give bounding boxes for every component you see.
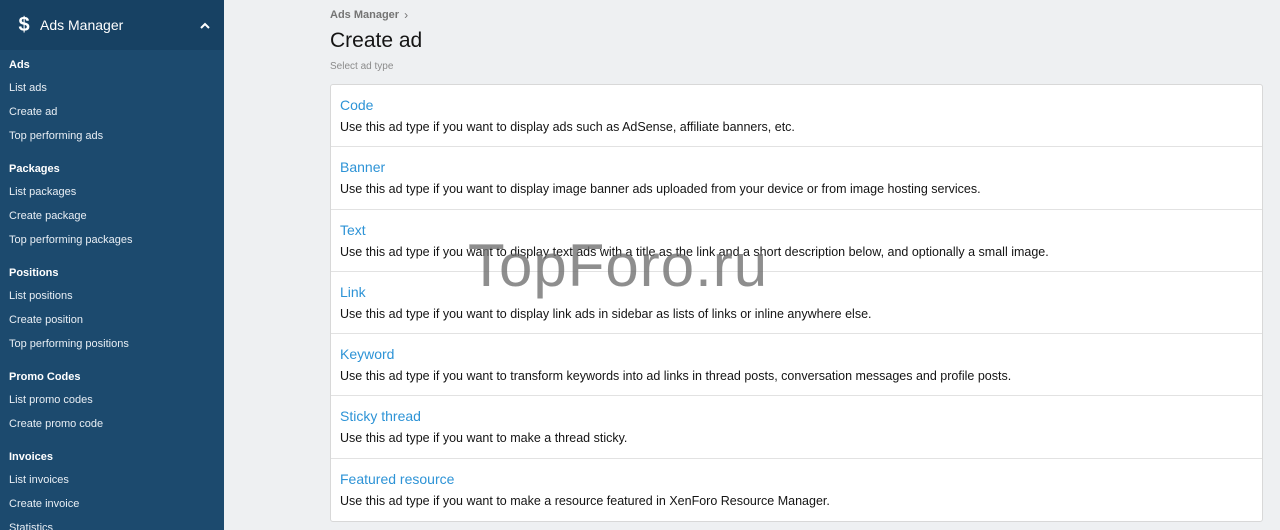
sidebar-item-statistics[interactable]: Statistics bbox=[0, 516, 224, 530]
ad-type-description: Use this ad type if you want to display … bbox=[340, 120, 795, 134]
sidebar-item-list-positions[interactable]: List positions bbox=[0, 284, 224, 308]
page-subtitle: Select ad type bbox=[330, 61, 394, 72]
sidebar-section-title: Positions bbox=[9, 267, 59, 279]
ad-type-code[interactable]: Code Use this ad type if you want to disp… bbox=[331, 85, 1262, 148]
sidebar-header-title: Ads Manager bbox=[40, 17, 124, 33]
ad-type-description: Use this ad type if you want to display … bbox=[340, 182, 981, 197]
sidebar-item-top-performing-ads[interactable]: Top performing ads bbox=[0, 124, 224, 148]
sidebar: $ Ads Manager Ads List ads Create ad Top pe… bbox=[0, 0, 224, 530]
ad-type-title-link[interactable]: Keyword bbox=[340, 345, 1253, 363]
sidebar-nav: Ads List ads Create ad Top performing ads Pa… bbox=[0, 50, 224, 530]
sidebar-section-title: Invoices bbox=[9, 451, 54, 463]
ad-type-featured-resource[interactable]: Featured resource Use this ad type if you… bbox=[331, 459, 1262, 521]
breadcrumb-separator: › bbox=[404, 8, 409, 22]
ad-type-title-link[interactable]: Code bbox=[340, 96, 1253, 114]
ad-type-description: Use this ad type if you want to make a r… bbox=[340, 493, 830, 508]
sidebar-section: Positions List positions Create position To… bbox=[0, 258, 224, 362]
sidebar-item-list-invoices[interactable]: List invoices bbox=[0, 468, 224, 492]
ad-type-title-link[interactable]: Banner bbox=[340, 158, 1253, 176]
ad-type-banner[interactable]: Banner Use this ad type if you want to di… bbox=[331, 147, 1262, 210]
ad-type-description: Use this ad type if you want to transfor… bbox=[340, 369, 1012, 384]
breadcrumb[interactable]: Ads Manager › bbox=[330, 8, 408, 22]
sidebar-item-create-promo-code[interactable]: Create promo code bbox=[0, 412, 224, 436]
sidebar-item-list-packages[interactable]: List packages bbox=[0, 180, 224, 204]
ad-type-text[interactable]: Text Use this ad type if you want to disp… bbox=[331, 210, 1262, 272]
sidebar-section: Packages List packages Create package Top p… bbox=[0, 154, 224, 258]
ad-type-sticky-thread[interactable]: Sticky thread Use this ad type if you wan… bbox=[331, 396, 1262, 459]
sidebar-header[interactable]: $ Ads Manager bbox=[0, 0, 224, 50]
sidebar-section-title: Ads bbox=[9, 59, 30, 71]
ad-type-title-link[interactable]: Text bbox=[340, 221, 1253, 239]
dollar-icon: $ bbox=[18, 14, 30, 36]
page-title: Create ad bbox=[330, 29, 423, 52]
sidebar-section: Ads List ads Create ad Top performing ads bbox=[0, 50, 224, 154]
ad-type-title-link[interactable]: Link bbox=[340, 283, 1253, 301]
ad-type-description: Use this ad type if you want to display … bbox=[340, 306, 872, 321]
sidebar-item-create-invoice[interactable]: Create invoice bbox=[0, 492, 224, 516]
ad-type-description: Use this ad type if you want to make a t… bbox=[340, 431, 628, 446]
ad-type-title-link[interactable]: Sticky thread bbox=[340, 407, 1253, 425]
sidebar-item-list-ads[interactable]: List ads bbox=[0, 76, 224, 100]
sidebar-item-create-position[interactable]: Create position bbox=[0, 308, 224, 332]
ad-type-keyword[interactable]: Keyword Use this ad type if you want to t… bbox=[331, 334, 1262, 397]
main-content: Ads Manager › Create ad Select ad type C… bbox=[224, 0, 1280, 530]
sidebar-item-list-promo-codes[interactable]: List promo codes bbox=[0, 388, 224, 412]
chevron-up-icon[interactable] bbox=[198, 18, 212, 32]
ad-type-link[interactable]: Link Use this ad type if you want to disp… bbox=[331, 272, 1262, 335]
sidebar-item-create-package[interactable]: Create package bbox=[0, 204, 224, 228]
sidebar-section: Promo Codes List promo codes Create promo … bbox=[0, 362, 224, 442]
sidebar-section: Invoices List invoices Create invoice Stati… bbox=[0, 442, 224, 530]
sidebar-section-title: Promo Codes bbox=[9, 371, 81, 383]
ad-type-description: Use this ad type if you want to display … bbox=[340, 244, 1049, 259]
ad-type-list: Code Use this ad type if you want to disp… bbox=[330, 84, 1263, 523]
sidebar-section-title: Packages bbox=[9, 163, 60, 175]
sidebar-item-top-performing-packages[interactable]: Top performing packages bbox=[0, 228, 224, 252]
sidebar-item-top-performing-positions[interactable]: Top performing positions bbox=[0, 332, 224, 356]
breadcrumb-item[interactable]: Ads Manager bbox=[330, 9, 399, 21]
sidebar-item-create-ad[interactable]: Create ad bbox=[0, 100, 224, 124]
ad-type-title-link[interactable]: Featured resource bbox=[340, 470, 1253, 488]
